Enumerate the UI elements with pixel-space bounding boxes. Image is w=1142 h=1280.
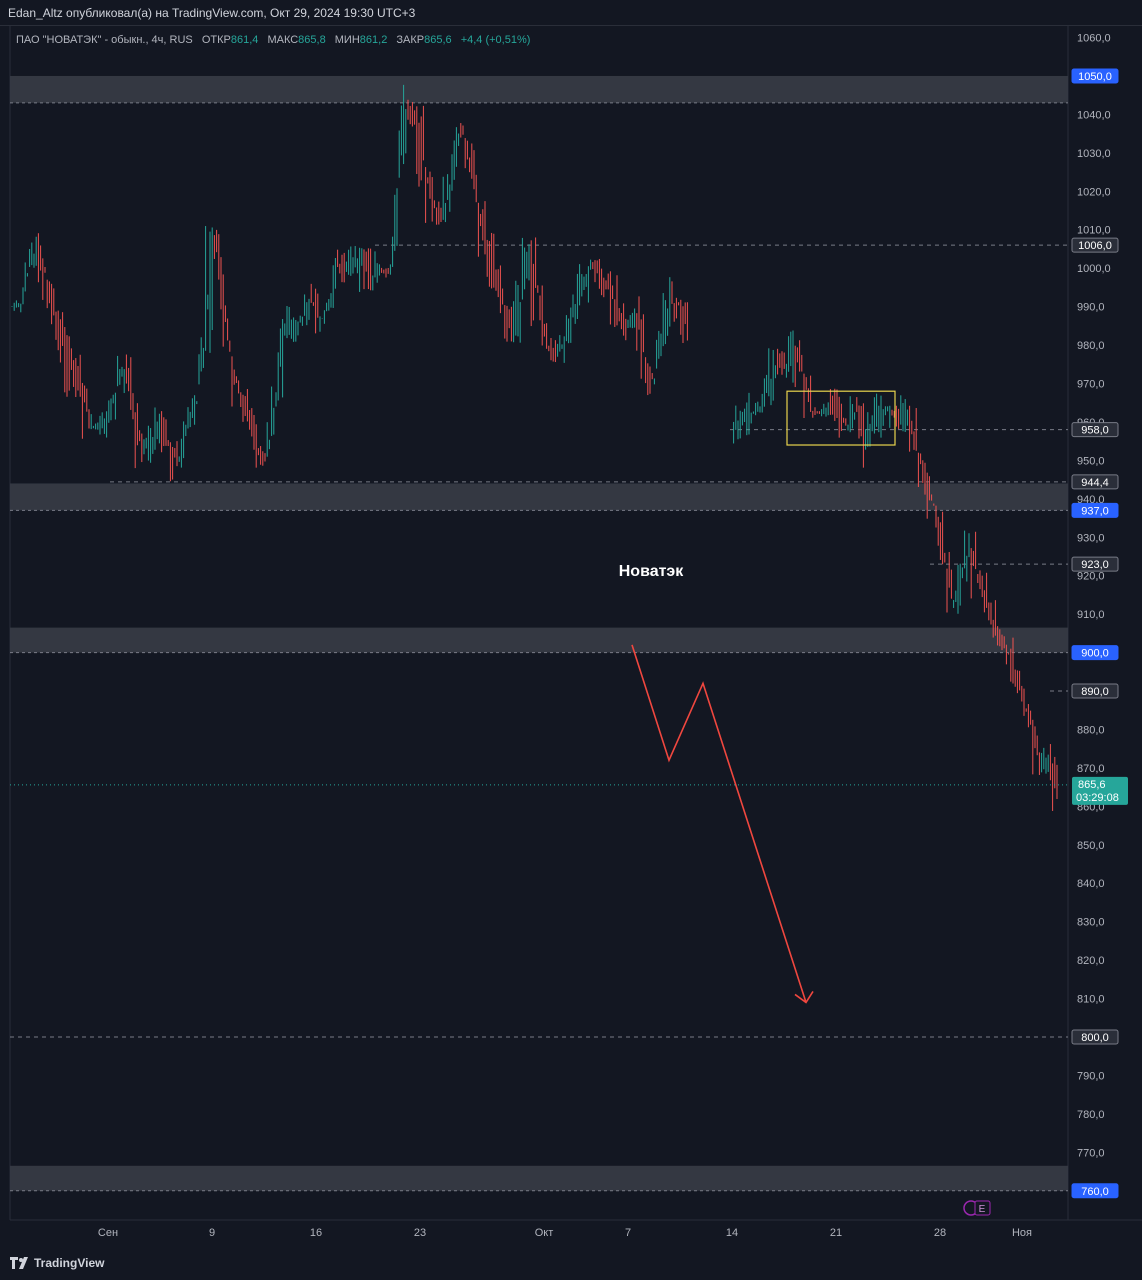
price-tick-label: 1060,0: [1077, 33, 1111, 45]
ohlc-legend: ПАО "НОВАТЭК" - обыкн., 4ч, RUS ОТКР861,…: [16, 34, 530, 46]
bar-countdown-timer: 03:29:08: [1076, 792, 1119, 804]
price-tick-label: 870,0: [1077, 763, 1105, 775]
earnings-marker-label: E: [979, 1204, 986, 1215]
time-tick-label: 9: [209, 1227, 215, 1239]
time-tick-label: 28: [934, 1227, 946, 1239]
price-level-tag-label: 890,0: [1081, 686, 1109, 698]
price-tick-label: 1000,0: [1077, 263, 1111, 275]
price-tick-label: 910,0: [1077, 609, 1105, 621]
price-tick-label: 820,0: [1077, 955, 1105, 967]
time-tick-label: 21: [830, 1227, 842, 1239]
price-tick-label: 770,0: [1077, 1147, 1105, 1159]
current-price-value: 865,6: [1078, 779, 1106, 791]
price-level-tag-label: 944,4: [1081, 477, 1109, 489]
close-label: ЗАКР: [396, 34, 425, 46]
price-tick-label: 920,0: [1077, 571, 1105, 583]
price-tick-label: 830,0: [1077, 917, 1105, 929]
price-tick-label: 1020,0: [1077, 186, 1111, 198]
open-label: ОТКР: [201, 34, 231, 46]
time-tick-label: Окт: [535, 1227, 554, 1239]
price-tick-label: 780,0: [1077, 1109, 1105, 1121]
support-resistance-zone: [10, 483, 1068, 511]
chart-annotation-text: Новатэк: [619, 563, 685, 580]
symbol-description: ПАО "НОВАТЭК" - обыкн., 4ч, RUS: [16, 34, 193, 46]
support-resistance-zone: [10, 1165, 1068, 1191]
price-chart[interactable]: 1060,0 1040,0 1030,0 1020,0 1010,0 1000,0 990,…: [0, 0, 1142, 1280]
price-tick-label: 930,0: [1077, 532, 1105, 544]
open-value: 861,4: [230, 34, 259, 46]
price-tick-label: 840,0: [1077, 878, 1105, 890]
price-tick-label: 990,0: [1077, 302, 1105, 314]
time-tick-label: 23: [414, 1227, 426, 1239]
low-value: 861,2: [359, 34, 388, 46]
price-tick-label: 950,0: [1077, 455, 1105, 467]
close-value: 865,6: [424, 34, 452, 46]
plot-area: [10, 26, 1068, 1220]
price-tick-label: 980,0: [1077, 340, 1105, 352]
price-level-tag-label: 760,0: [1081, 1186, 1109, 1198]
price-tick-label: 810,0: [1077, 994, 1105, 1006]
support-resistance-zone: [10, 75, 1068, 103]
time-tick-label: 7: [625, 1227, 631, 1239]
high-label: МАКС: [267, 34, 299, 46]
price-tick-label: 1040,0: [1077, 109, 1111, 121]
price-level-tag-label: 900,0: [1081, 648, 1109, 660]
support-resistance-zone: [10, 627, 1068, 653]
price-level-tag-label: 958,0: [1081, 425, 1109, 437]
time-tick-label: 14: [726, 1227, 738, 1239]
price-level-tag-label: 923,0: [1081, 559, 1109, 571]
tradingview-brand-text: TradingView: [34, 1256, 105, 1270]
low-label: МИН: [334, 34, 360, 46]
time-tick-label: 16: [310, 1227, 322, 1239]
price-level-tag-label: 1006,0: [1078, 240, 1112, 252]
price-level-tag-label: 937,0: [1081, 505, 1109, 517]
time-tick-label: Ноя: [1012, 1227, 1032, 1239]
price-tick-label: 850,0: [1077, 840, 1105, 852]
high-value: 865,8: [298, 34, 326, 46]
price-level-tag-label: 800,0: [1081, 1032, 1109, 1044]
time-tick-label: Сен: [98, 1227, 118, 1239]
tradingview-logo[interactable]: TradingView: [10, 1256, 104, 1270]
tradingview-logo-icon: [10, 1257, 28, 1269]
footer-bar: [0, 1250, 1142, 1280]
price-tick-label: 790,0: [1077, 1070, 1105, 1082]
change-value: +4,4 (+0,51%): [460, 34, 531, 46]
price-tick-label: 1010,0: [1077, 225, 1111, 237]
price-level-tag-label: 1050,0: [1078, 71, 1112, 83]
price-tick-label: 880,0: [1077, 724, 1105, 736]
price-tick-label: 970,0: [1077, 379, 1105, 391]
price-tick-label: 1030,0: [1077, 148, 1111, 160]
